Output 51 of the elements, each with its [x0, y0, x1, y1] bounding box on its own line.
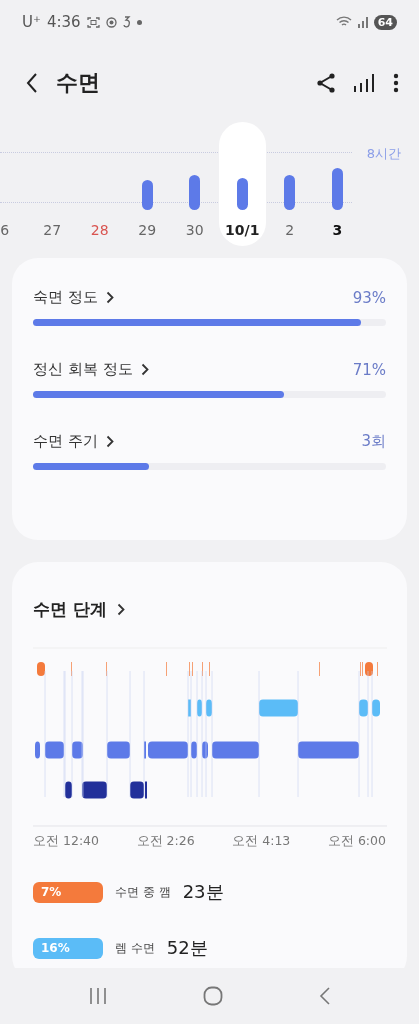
score-label[interactable]: 숙면 정도 [33, 288, 98, 307]
day-tab[interactable]: 10/1 [218, 122, 266, 246]
sleep-bar [141, 180, 153, 210]
more-icon[interactable] [393, 73, 399, 93]
battery-level: 64 [373, 14, 397, 30]
carrier: U⁺ [22, 13, 41, 31]
stage-label: 수면 중 깸 [115, 883, 171, 901]
section-title[interactable]: 수면 단계 [33, 598, 107, 621]
app-icon [122, 16, 131, 28]
score-value: 71% [352, 360, 386, 379]
score-label[interactable]: 정신 회복 정도 [33, 360, 133, 379]
time-label: 오전 4:13 [232, 833, 291, 850]
back-icon[interactable] [26, 73, 38, 93]
sleep-bar [284, 175, 296, 210]
eye-icon [105, 16, 117, 28]
time-label: 오전 6:00 [327, 833, 386, 850]
chevron-icon [140, 363, 149, 376]
sleep-bar [236, 178, 248, 210]
recent-apps-icon[interactable] [87, 987, 108, 1005]
share-icon[interactable] [317, 73, 335, 93]
percent-tag: 16% [33, 937, 103, 959]
time-label: 오전 2:26 [136, 833, 195, 850]
day-tab[interactable]: 29 [123, 122, 171, 246]
score-value: 93% [352, 288, 386, 307]
score-value: 3회 [361, 432, 386, 451]
wifi-icon [335, 16, 352, 28]
day-tab[interactable]: 3 [313, 122, 361, 246]
stage-duration: 52분 [166, 936, 208, 960]
clock: 4:36 [46, 13, 81, 31]
sleep-bar [331, 168, 343, 210]
day-tab[interactable]: 2 [266, 122, 314, 246]
sleep-bar [189, 175, 201, 210]
chevron-icon [105, 435, 114, 448]
day-tab[interactable]: 30 [171, 122, 219, 246]
signal-icon [357, 16, 368, 28]
page-title: 수면 [56, 69, 101, 97]
percent-tag: 7% [33, 881, 103, 903]
day-tab[interactable]: 27 [28, 122, 76, 246]
score-label[interactable]: 수면 주기 [33, 432, 98, 451]
home-icon[interactable] [203, 986, 224, 1006]
screenshot-icon [86, 16, 100, 28]
time-label: 오전 12:40 [33, 833, 99, 850]
chevron-icon [116, 603, 125, 616]
bar-chart-icon[interactable] [353, 73, 375, 93]
chevron-icon [105, 291, 114, 304]
day-tab[interactable]: 6 [0, 122, 29, 246]
goal-label: 8시간 [366, 145, 401, 163]
stage-duration: 23분 [182, 880, 224, 904]
day-tab[interactable]: 28 [76, 122, 124, 246]
dot-icon [136, 19, 142, 25]
stage-label: 렘 수면 [115, 939, 155, 957]
